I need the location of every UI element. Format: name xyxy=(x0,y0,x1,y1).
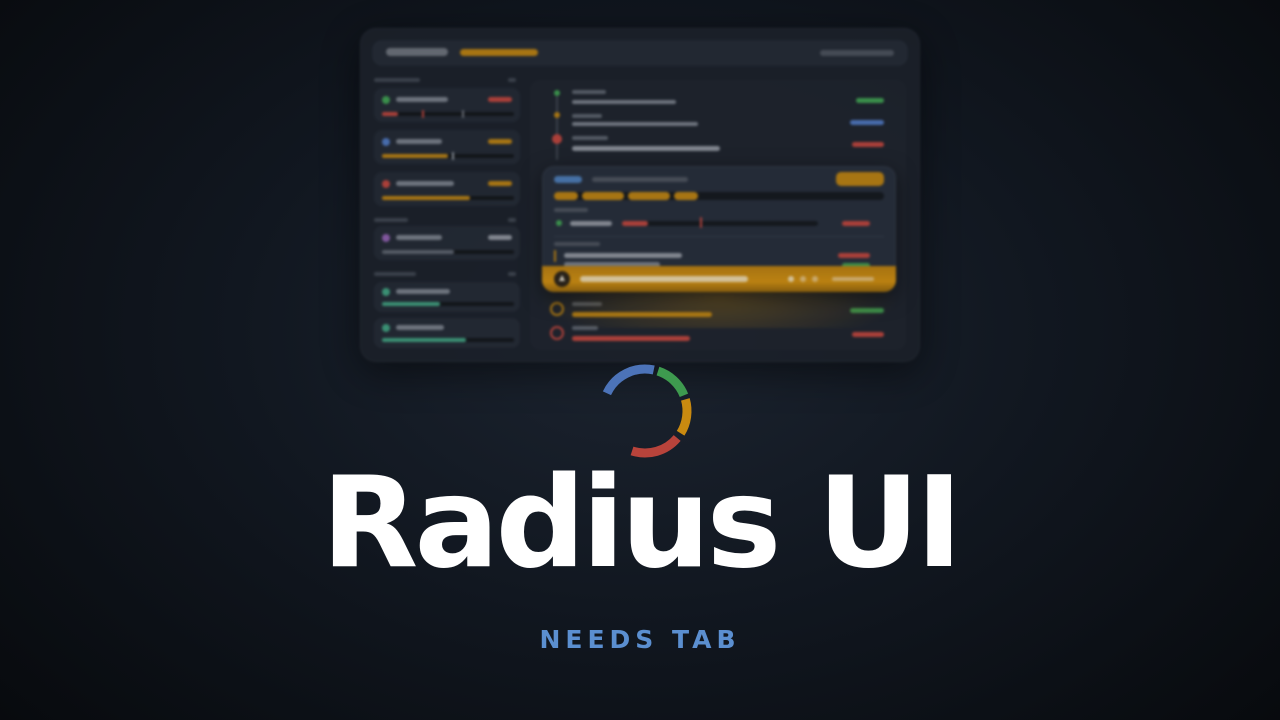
preview-highlighted-row xyxy=(542,266,896,292)
brand-subtitle: NEEDS TAB xyxy=(539,625,741,654)
hero-stage: Radius UI NEEDS TAB xyxy=(0,0,1280,720)
preview-card xyxy=(374,88,520,122)
preview-card xyxy=(374,226,520,260)
spinner-segment-amber xyxy=(676,398,692,436)
preview-card xyxy=(374,130,520,164)
spinner-segment-green xyxy=(656,366,689,398)
preview-card xyxy=(374,172,520,206)
app-preview-window xyxy=(360,28,920,362)
preview-topbar xyxy=(372,40,908,66)
preview-dialog xyxy=(542,166,896,292)
preview-card xyxy=(374,318,520,348)
preview-card xyxy=(374,282,520,312)
warning-icon xyxy=(559,275,565,281)
spinner-segment-blue xyxy=(602,364,655,396)
brand-title: Radius UI xyxy=(321,449,962,596)
